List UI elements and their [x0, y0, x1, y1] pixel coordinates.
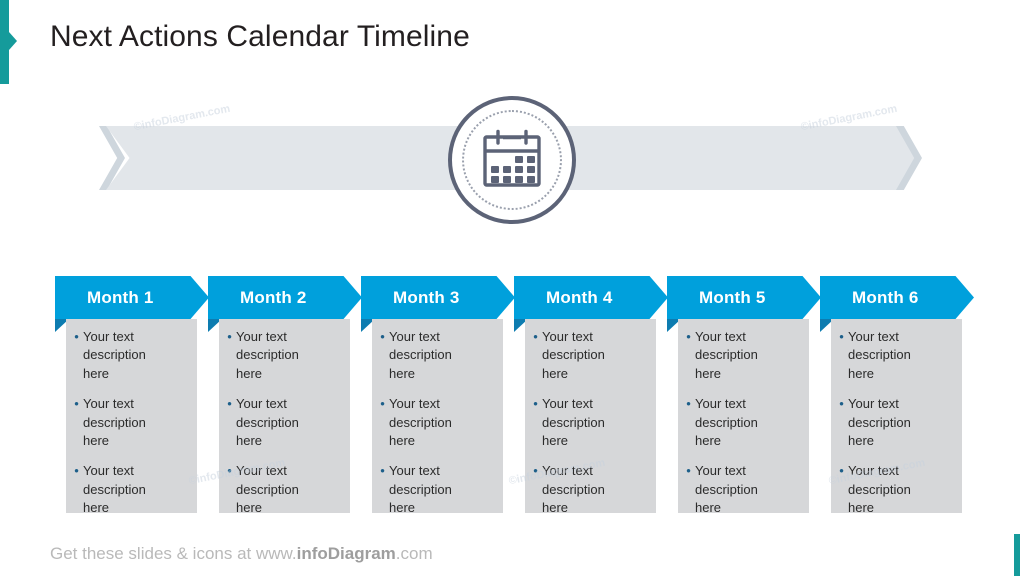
bullet-text: Your text description here	[695, 329, 758, 381]
month-label: Month 6	[852, 287, 919, 307]
timeline-columns: Month 1 • Your text description here • Y…	[0, 276, 1024, 516]
list-item: • Your text description here	[70, 395, 189, 450]
bullet-text: Your text description here	[389, 463, 452, 516]
footer-prefix: Get these slides & icons at www.	[50, 544, 297, 563]
bullet-icon: •	[227, 329, 232, 344]
timeline-column-6[interactable]: Month 6 • Your text description here • Y…	[820, 276, 974, 516]
month-body-1: • Your text description here • Your text…	[66, 319, 197, 515]
list-item: • Your text description here	[682, 462, 801, 517]
list-item: • Your text description here	[376, 395, 495, 450]
list-item: • Your text description here	[70, 328, 189, 383]
bullet-icon: •	[533, 463, 538, 479]
bullet-icon: •	[686, 396, 691, 412]
bullet-icon: •	[227, 463, 232, 479]
list-item: • Your text description here	[835, 462, 954, 517]
list-item: • Your text description here	[223, 328, 342, 383]
accent-bar-right	[1014, 534, 1020, 576]
bullet-text: Your text description here	[848, 396, 911, 449]
bullet-icon: •	[533, 329, 538, 344]
month-body-5: • Your text description here • Your text…	[678, 319, 809, 515]
month-body-2: • Your text description here • Your text…	[219, 319, 350, 515]
month-body-6: • Your text description here • Your text…	[831, 319, 962, 515]
list-item: • Your text description here	[223, 395, 342, 450]
page-title: Next Actions Calendar Timeline	[50, 20, 470, 53]
month-label: Month 1	[87, 287, 154, 307]
list-item: • Your text description here	[682, 328, 801, 383]
bullet-text: Your text description here	[542, 329, 605, 381]
month-header-2[interactable]: Month 2	[208, 276, 362, 319]
footer-suffix: .com	[395, 544, 433, 563]
month-label: Month 4	[546, 287, 613, 307]
bullet-icon: •	[380, 463, 385, 479]
list-item: • Your text description here	[223, 462, 342, 517]
list-item: • Your text description here	[376, 328, 495, 383]
list-item: • Your text description here	[70, 462, 189, 517]
footer-credit: Get these slides & icons at www.infoDiag…	[50, 544, 433, 564]
bullet-icon: •	[839, 463, 844, 479]
month-label: Month 5	[699, 287, 766, 307]
month-header-5[interactable]: Month 5	[667, 276, 821, 319]
month-body-3: • Your text description here • Your text…	[372, 319, 503, 515]
list-item: • Your text description here	[835, 328, 954, 383]
bullet-text: Your text description here	[848, 463, 911, 516]
bullet-text: Your text description here	[236, 396, 299, 449]
month-label: Month 2	[240, 287, 307, 307]
timeline-column-1[interactable]: Month 1 • Your text description here • Y…	[55, 276, 209, 516]
list-item: • Your text description here	[835, 395, 954, 450]
month-header-4[interactable]: Month 4	[514, 276, 668, 319]
bullet-text: Your text description here	[695, 463, 758, 516]
bullet-icon: •	[839, 329, 844, 344]
month-header-1[interactable]: Month 1	[55, 276, 209, 319]
list-item: • Your text description here	[529, 462, 648, 517]
month-header-3[interactable]: Month 3	[361, 276, 515, 319]
accent-bar-left	[0, 0, 17, 84]
bullet-text: Your text description here	[236, 463, 299, 516]
bullet-icon: •	[839, 396, 844, 412]
bullet-icon: •	[380, 329, 385, 344]
timeline-column-3[interactable]: Month 3 • Your text description here • Y…	[361, 276, 515, 516]
month-header-6[interactable]: Month 6	[820, 276, 974, 319]
footer-brand: infoDiagram	[296, 544, 396, 563]
bullet-icon: •	[380, 396, 385, 412]
list-item: • Your text description here	[529, 328, 648, 383]
bullet-text: Your text description here	[695, 396, 758, 449]
calendar-icon-circle	[448, 96, 576, 224]
bullet-icon: •	[686, 329, 691, 344]
bullet-icon: •	[74, 396, 79, 412]
timeline-column-2[interactable]: Month 2 • Your text description here • Y…	[208, 276, 362, 516]
bullet-text: Your text description here	[542, 463, 605, 516]
calendar-icon	[479, 127, 545, 193]
list-item: • Your text description here	[376, 462, 495, 517]
timeline-column-4[interactable]: Month 4 • Your text description here • Y…	[514, 276, 668, 516]
list-item: • Your text description here	[682, 395, 801, 450]
bullet-text: Your text description here	[542, 396, 605, 449]
bullet-text: Your text description here	[848, 329, 911, 381]
timeline-column-5[interactable]: Month 5 • Your text description here • Y…	[667, 276, 821, 516]
bullet-text: Your text description here	[389, 396, 452, 449]
month-label: Month 3	[393, 287, 460, 307]
bullet-icon: •	[533, 396, 538, 412]
list-item: • Your text description here	[529, 395, 648, 450]
bullet-icon: •	[74, 329, 79, 344]
bullet-text: Your text description here	[236, 329, 299, 381]
bullet-icon: •	[74, 463, 79, 479]
bullet-icon: •	[686, 463, 691, 479]
bullet-text: Your text description here	[83, 463, 146, 516]
bullet-text: Your text description here	[83, 396, 146, 449]
month-body-4: • Your text description here • Your text…	[525, 319, 656, 515]
bullet-text: Your text description here	[389, 329, 452, 381]
bullet-text: Your text description here	[83, 329, 146, 381]
bullet-icon: •	[227, 396, 232, 412]
